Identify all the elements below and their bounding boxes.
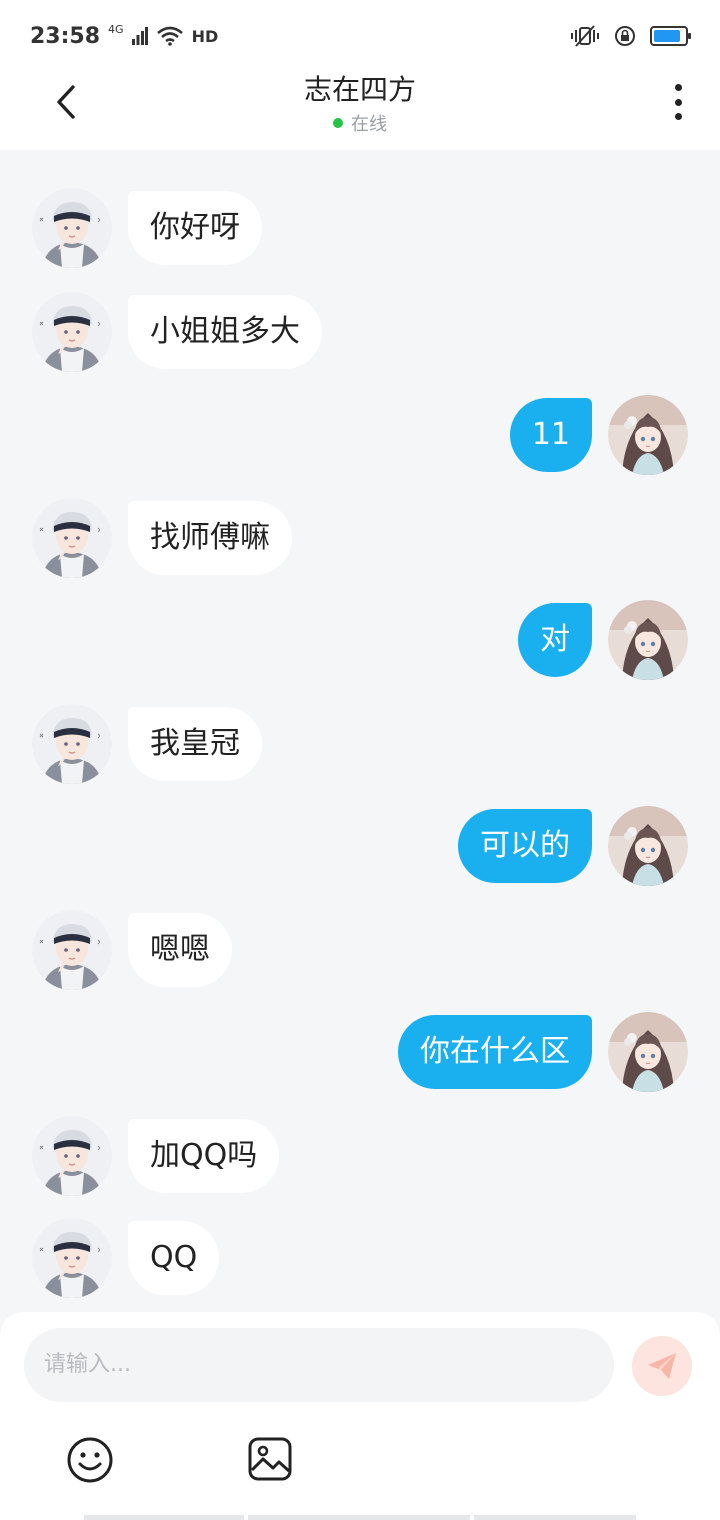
sent-message: 11 [0,395,720,475]
message-bubble[interactable]: QQ [128,1221,220,1295]
battery-icon [650,26,691,46]
hd-icon: HD [191,26,219,46]
contact-avatar[interactable] [32,704,112,784]
message-bubble[interactable]: 你在什么区 [398,1015,592,1089]
signal-icon [131,27,148,45]
message-bubble[interactable]: 对 [518,603,592,677]
received-message: 我皇冠 [0,704,720,784]
more-dot [674,113,682,120]
message-bubble[interactable]: 可以的 [458,809,592,883]
more-dot [674,98,682,106]
message-bubble[interactable]: 你好呀 [128,191,262,265]
status-bar: 23:58 4G HD [0,0,720,72]
header-title-wrap: 志在四方 在线 [0,72,720,136]
message-bubble[interactable]: 找师傅嘛 [128,501,292,575]
send-button[interactable] [632,1336,692,1396]
received-message: 找师傅嘛 [0,498,720,578]
message-bubble[interactable]: 我皇冠 [128,707,262,781]
rotation-lock-icon [615,26,635,46]
sent-message: 可以的 [0,806,720,886]
status-right [570,24,691,48]
my-avatar[interactable] [608,600,688,680]
more-vertical-icon [674,84,682,91]
network-type: 4G [108,22,124,36]
received-message: 小姐姐多大 [0,292,720,372]
my-avatar[interactable] [608,806,688,886]
smiley-icon [67,1437,113,1483]
my-avatar[interactable] [608,1012,688,1092]
message-bubble[interactable]: 加QQ吗 [128,1119,280,1193]
contact-avatar[interactable] [32,188,112,268]
online-status-label: 在线 [351,114,387,135]
battery-level [654,30,680,42]
contact-avatar[interactable] [32,292,112,372]
bottom-divider [84,1515,244,1520]
online-status: 在线 [333,110,387,136]
message-input[interactable]: 请输入... [24,1328,614,1402]
received-message: QQ [0,1218,720,1298]
vibrate-mute-icon [571,25,599,47]
message-bubble[interactable]: 11 [509,398,592,472]
online-dot-icon [333,118,343,128]
chat-header: 志在四方 在线 [0,72,720,150]
sent-message: 你在什么区 [0,1012,720,1092]
message-list[interactable]: 你好呀 小姐姐多大 11 找师傅嘛 对 我皇冠 可以的 嗯嗯 你在什么区 加QQ… [0,150,720,1312]
page-title: 志在四方 [303,73,416,106]
received-message: 嗯嗯 [0,910,720,990]
received-message: 你好呀 [0,188,720,268]
wifi-icon [156,26,183,46]
contact-avatar[interactable] [32,910,112,990]
bottom-divider [474,1515,636,1520]
bottom-divider [248,1515,470,1520]
contact-avatar[interactable] [32,1116,112,1196]
paper-plane-icon [648,1353,676,1379]
more-options-button[interactable] [670,84,686,120]
message-input-placeholder: 请输入... [44,1352,131,1377]
contact-avatar[interactable] [32,1218,112,1298]
message-composer: 请输入... [0,1312,720,1520]
sent-message: 对 [0,600,720,680]
my-avatar[interactable] [608,395,688,475]
image-button[interactable] [247,1436,293,1482]
status-time: 23:58 [30,23,101,49]
received-message: 加QQ吗 [0,1116,720,1196]
image-icon [248,1437,292,1481]
status-left: 23:58 4G HD [30,22,219,49]
message-bubble[interactable]: 小姐姐多大 [128,295,322,369]
emoji-button[interactable] [66,1436,114,1484]
message-bubble[interactable]: 嗯嗯 [128,913,232,987]
contact-avatar[interactable] [32,498,112,578]
